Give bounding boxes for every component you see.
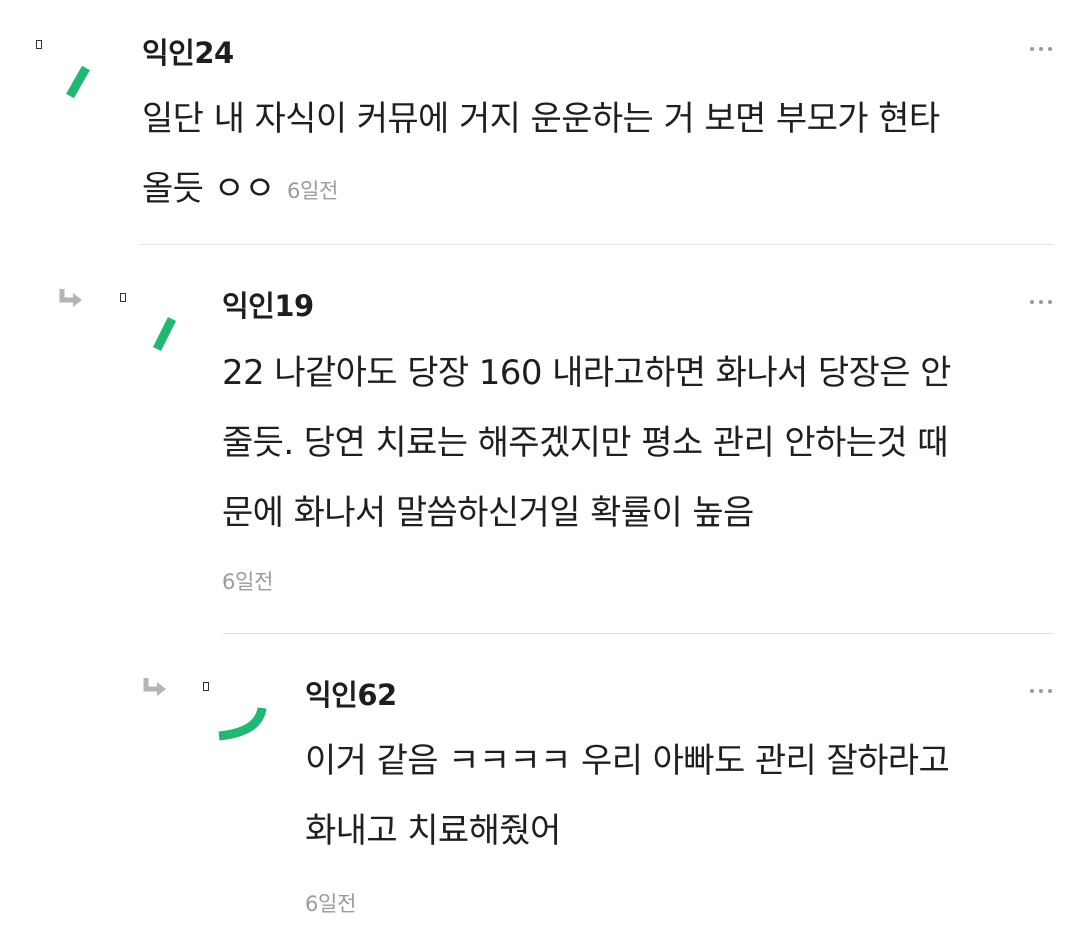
lock-icon — [36, 40, 42, 49]
more-options-icon[interactable] — [1030, 686, 1060, 696]
comment-text: 22 나같아도 당장 160 내라고하면 화나서 당장은 안 줄듯. 당연 치료… — [222, 338, 951, 548]
comment-time: 6일전 — [222, 570, 274, 594]
comment-line: 22 나같아도 당장 160 내라고하면 화나서 당장은 안 — [222, 353, 951, 393]
comment: 익인24 일단 내 자식이 커뮤에 거지 운운하는 거 보면 부모가 현타 올듯… — [0, 0, 1080, 245]
lock-icon — [203, 682, 209, 691]
more-options-icon[interactable] — [1030, 44, 1060, 54]
comment-reply: 익인62 이거 같음 ㅋㅋㅋㅋ 우리 아빠도 관리 잘하라고 화내고 치료해줬어… — [0, 634, 1080, 943]
comment-reply: 익인19 22 나같아도 당장 160 내라고하면 화나서 당장은 안 줄듯. … — [0, 245, 1080, 633]
comment-time: 6일전 — [286, 178, 339, 203]
lock-icon — [120, 293, 126, 302]
comment-author[interactable]: 익인19 — [222, 283, 314, 325]
comment-time: 6일전 — [305, 892, 357, 916]
more-options-icon[interactable] — [1030, 297, 1060, 307]
reply-arrow-icon — [142, 676, 170, 700]
comment-author[interactable]: 익인24 — [142, 30, 234, 72]
comment-author[interactable]: 익인62 — [305, 672, 397, 714]
comment-line: 올듯 ㅇㅇ 6일전 — [142, 154, 940, 226]
avatar-icon[interactable] — [212, 696, 272, 756]
comment-text: 이거 같음 ㅋㅋㅋㅋ 우리 아빠도 관리 잘하라고 화내고 치료해줬어 — [305, 726, 950, 866]
comment-line: 화내고 치료해줬어 — [305, 811, 561, 851]
reply-arrow-icon — [58, 287, 86, 311]
comment-line: 이거 같음 ㅋㅋㅋㅋ 우리 아빠도 관리 잘하라고 — [305, 741, 950, 781]
avatar-icon[interactable] — [50, 52, 110, 112]
comment-line: 일단 내 자식이 커뮤에 거지 운운하는 거 보면 부모가 현타 — [142, 99, 940, 139]
comment-line-text: 올듯 ㅇㅇ — [142, 169, 276, 209]
avatar-icon[interactable] — [132, 303, 192, 363]
comment-text: 일단 내 자식이 커뮤에 거지 운운하는 거 보면 부모가 현타 올듯 ㅇㅇ 6일… — [142, 84, 940, 226]
comment-line: 문에 화나서 말씀하신거일 확률이 높음 — [222, 493, 754, 533]
comment-line: 줄듯. 당연 치료는 해주겠지만 평소 관리 안하는것 때 — [222, 423, 949, 463]
